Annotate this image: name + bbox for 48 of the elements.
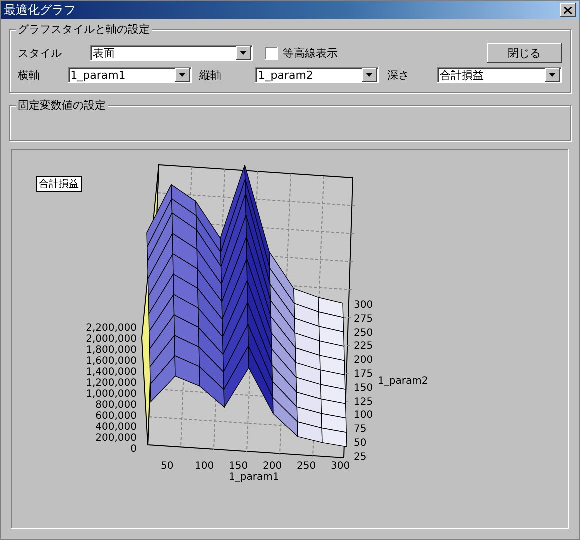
axis-tick-label: 50 [161, 461, 174, 472]
axis-title: 1_param1 [229, 472, 280, 483]
axis-tick-label: 1,400,000 [86, 367, 137, 378]
axis-tick-label: 1,000,000 [86, 389, 137, 400]
axis-tick-label: 75 [354, 424, 367, 436]
dropdown[interactable]: 表面 [90, 45, 253, 61]
axis-tick-label: 150 [354, 382, 374, 394]
axis-tick-label: 125 [354, 396, 374, 408]
axis-tick-label: 600,000 [96, 411, 137, 422]
field-label: 縦軸 [198, 68, 223, 82]
axis-tick-label: 250 [297, 461, 316, 472]
axis-tick-label: 175 [354, 369, 374, 380]
axis-tick-label: 0 [130, 444, 137, 455]
field-label: 深さ [386, 68, 410, 82]
checkbox[interactable] [265, 46, 278, 60]
close-icon[interactable] [560, 3, 576, 17]
axis-tick-label: 100 [354, 410, 374, 422]
axis-title: 1_param2 [378, 376, 428, 387]
axis-tick-label: 300 [354, 300, 374, 311]
axis-tick-label: 200,000 [96, 433, 137, 444]
axis-tick-label: 1,600,000 [86, 356, 137, 367]
dropdown[interactable]: 1_param1 [68, 67, 192, 83]
dropdown[interactable]: 1_param2 [255, 67, 380, 83]
checkbox-label: 等高線表示 [283, 46, 339, 60]
group-title: 固定変数値の設定 [16, 98, 108, 113]
group-title: グラフスタイルと軸の設定 [16, 22, 152, 37]
axis-tick-label: 200 [263, 461, 282, 472]
axis-tick-label: 400,000 [96, 422, 137, 433]
axis-tick-label: 25 [354, 452, 367, 463]
axis-tick-label: 200 [354, 355, 374, 366]
dropdown[interactable]: 合計損益 [436, 67, 562, 83]
window-title: 最適化グラフ [4, 2, 76, 18]
axis-tick-label: 2,000,000 [86, 334, 137, 345]
axis-tick-label: 800,000 [96, 400, 137, 411]
legend: 合計損益 [36, 176, 82, 192]
axis-tick-label: 1,800,000 [86, 345, 137, 356]
axis-tick-label: 50 [354, 438, 367, 449]
axis-tick-label: 275 [354, 314, 374, 325]
field-label: スタイル [18, 46, 63, 60]
axis-tick-label: 100 [195, 461, 214, 472]
axis-tick-label: 1,200,000 [86, 378, 137, 389]
axis-tick-label: 225 [354, 341, 374, 352]
axis-tick-label: 150 [229, 461, 248, 472]
field-label: 横軸 [18, 68, 41, 82]
axis-tick-label: 300 [331, 461, 350, 472]
axis-tick-label: 2,200,000 [86, 323, 137, 334]
close-button[interactable]: 閉じる [487, 43, 562, 63]
axis-tick-label: 250 [354, 328, 374, 339]
